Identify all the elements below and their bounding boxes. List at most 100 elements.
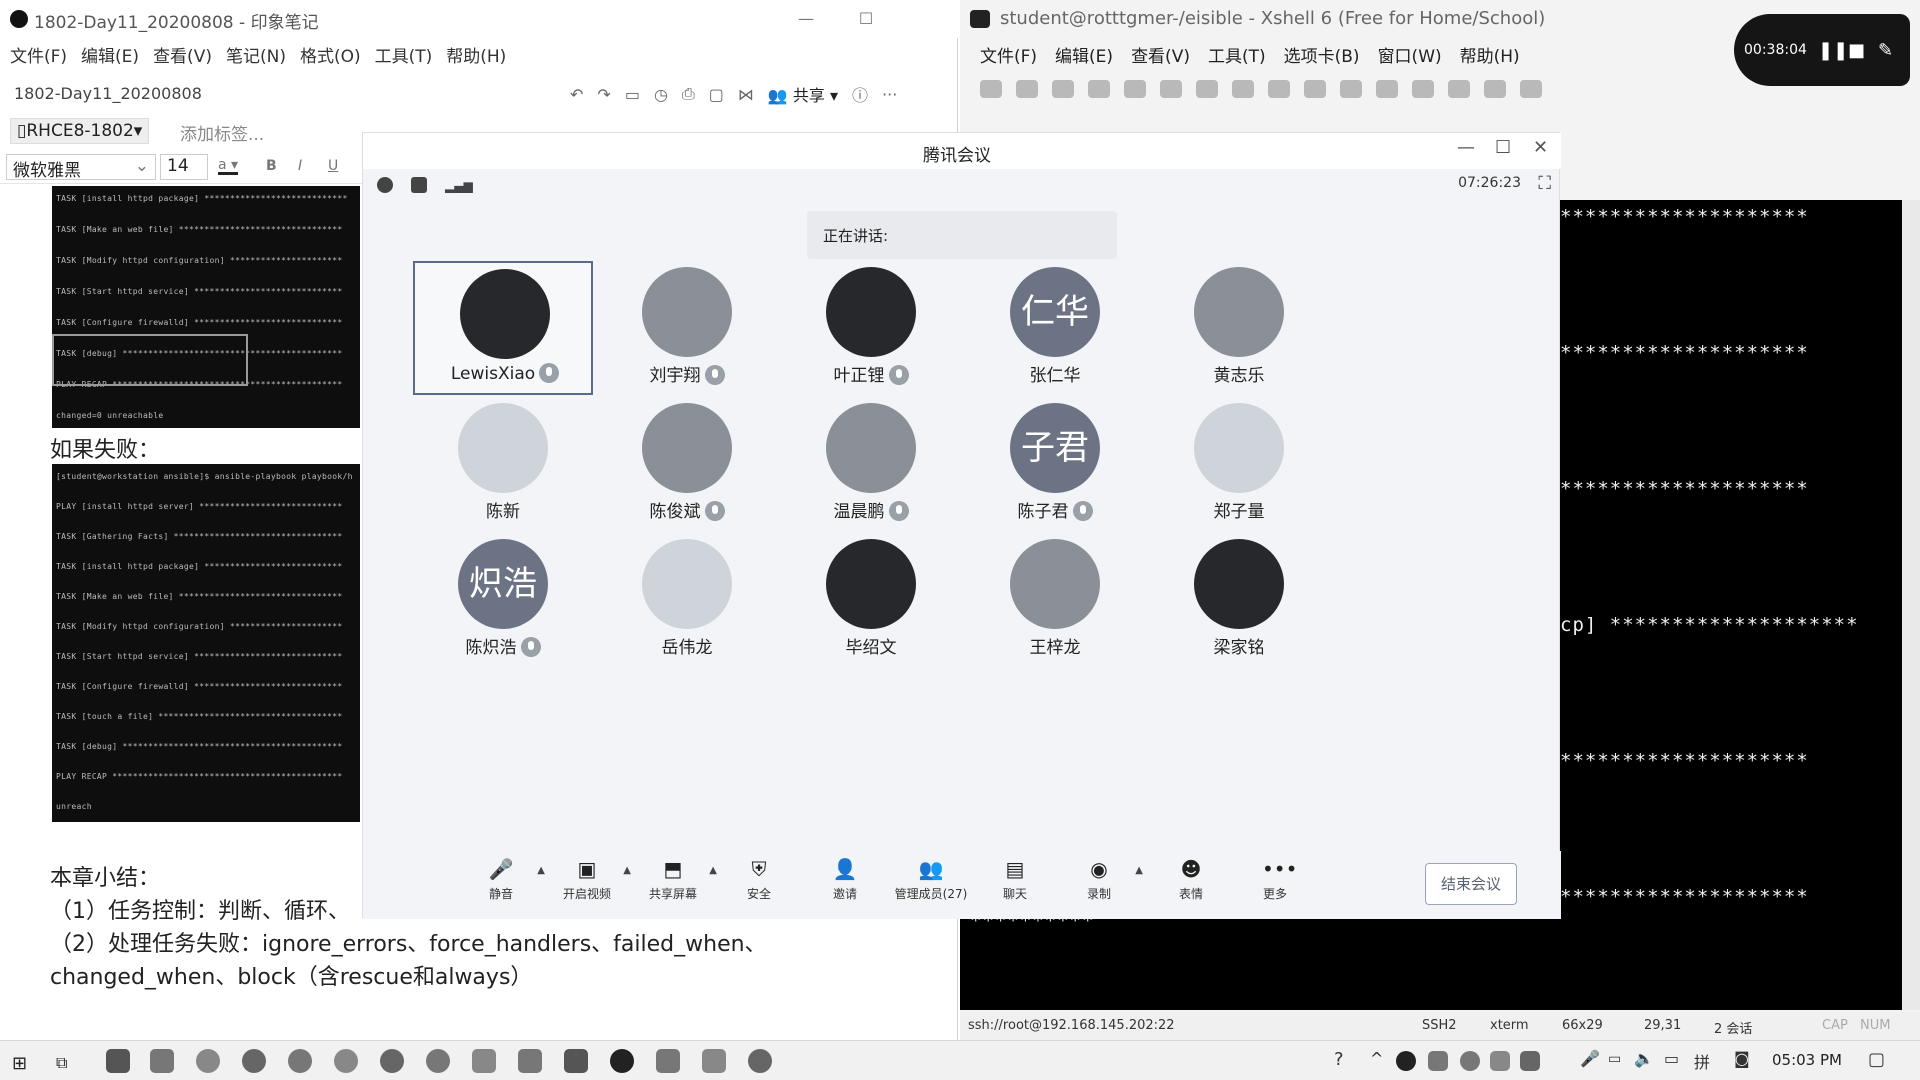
share-link-icon[interactable]: ⋈ xyxy=(738,85,754,104)
file-explorer-icon[interactable] xyxy=(150,1049,174,1073)
menu-tools[interactable]: 工具(T) xyxy=(375,40,441,72)
info-icon[interactable]: ⓘ xyxy=(852,82,868,106)
text-color-button[interactable]: a ▾ xyxy=(218,158,239,175)
tray-icon[interactable] xyxy=(1520,1051,1540,1071)
xs-menu-view[interactable]: 查看(V) xyxy=(1131,42,1190,67)
ime-icon[interactable]: 拼 xyxy=(1694,1049,1710,1073)
invite-button[interactable]: 👤 邀请 xyxy=(805,857,885,902)
add-tag-input[interactable]: 添加标签... xyxy=(180,120,264,145)
underline-button[interactable]: U xyxy=(328,158,338,174)
lock-icon[interactable] xyxy=(1376,80,1398,98)
menu-view[interactable]: 查看(V) xyxy=(153,40,220,72)
menu-file[interactable]: 文件(F) xyxy=(10,40,75,72)
maximize-icon[interactable]: ☐ xyxy=(836,6,896,32)
participant-tile[interactable]: 子君 陈子君 xyxy=(965,397,1145,531)
layout-icon[interactable] xyxy=(1484,80,1506,98)
participant-tile[interactable]: 郑子量 xyxy=(1149,397,1329,531)
xs-menu-file[interactable]: 文件(F) xyxy=(980,42,1037,67)
menu-note[interactable]: 笔记(N) xyxy=(226,40,294,72)
members-button[interactable]: 👥 管理成员(27) xyxy=(891,857,971,902)
redo-icon[interactable]: ↷ xyxy=(597,85,610,104)
tray-icon[interactable] xyxy=(1428,1051,1448,1071)
tray-icon[interactable] xyxy=(1460,1051,1480,1071)
stop-icon[interactable]: ■ xyxy=(1848,40,1865,61)
signal-icon[interactable]: ▂▄▆ xyxy=(445,179,473,193)
xs-menu-tabs[interactable]: 选项卡(B) xyxy=(1284,42,1360,67)
participant-tile[interactable]: 刘宇翔 xyxy=(597,261,777,395)
participant-tile[interactable]: 温晨鹏 xyxy=(781,397,961,531)
close-icon[interactable] xyxy=(896,6,916,32)
app-icon[interactable] xyxy=(656,1049,680,1073)
emoji-button[interactable]: ☻ 表情 xyxy=(1151,857,1231,902)
app-icon[interactable] xyxy=(702,1049,726,1073)
menu-format[interactable]: 格式(O) xyxy=(300,40,369,72)
info-icon[interactable] xyxy=(377,177,393,193)
mic-button[interactable]: 🎤 静音 ▲ xyxy=(461,857,545,902)
tray-icon[interactable] xyxy=(1396,1051,1416,1071)
participant-tile[interactable]: 毕绍文 xyxy=(781,533,961,667)
app-icon[interactable] xyxy=(564,1049,588,1073)
shield-icon[interactable] xyxy=(411,177,427,193)
present-icon[interactable]: ▭ xyxy=(625,85,640,104)
reconnect-icon[interactable] xyxy=(1052,80,1074,98)
font-family-select[interactable]: 微软雅黑 ⌄ xyxy=(6,154,156,181)
participant-tile[interactable]: 炽浩 陈炽浩 xyxy=(413,533,593,667)
browser-icon[interactable] xyxy=(196,1049,220,1073)
participant-tile[interactable]: 梁家铭 xyxy=(1149,533,1329,667)
xs-menu-window[interactable]: 窗口(W) xyxy=(1378,42,1442,67)
globe-icon[interactable] xyxy=(1196,80,1218,98)
copy-icon[interactable] xyxy=(1160,80,1182,98)
minimize-icon[interactable]: — xyxy=(776,6,836,32)
app-icon[interactable] xyxy=(380,1049,404,1073)
comment-icon[interactable]: ▢ xyxy=(709,85,724,104)
chat-button[interactable]: ▤ 聊天 xyxy=(975,857,1055,902)
app-icon[interactable] xyxy=(426,1049,450,1073)
maximize-icon[interactable]: ☐ xyxy=(1495,137,1511,158)
font-size-select[interactable]: 14⌄ xyxy=(160,154,208,196)
bold-button[interactable]: B xyxy=(266,158,277,174)
taskbar-app-icon[interactable] xyxy=(106,1049,130,1073)
transfer-icon[interactable] xyxy=(1412,80,1434,98)
taskbar-clock[interactable]: 05:03 PM xyxy=(1772,1051,1842,1069)
undo-icon[interactable]: ↶ xyxy=(570,85,583,104)
tray-app-icon[interactable]: ◙ xyxy=(1734,1049,1750,1068)
qq-icon[interactable] xyxy=(288,1049,312,1073)
participant-tile[interactable]: LewisXiao xyxy=(413,261,593,395)
edge-icon[interactable] xyxy=(242,1049,266,1073)
tray-icon[interactable] xyxy=(1490,1051,1510,1071)
evernote-taskbar-icon[interactable] xyxy=(610,1049,634,1073)
shield-button[interactable]: ⛨ 安全 xyxy=(719,857,799,902)
new-session-icon[interactable] xyxy=(980,80,1002,98)
open-session-icon[interactable] xyxy=(1016,80,1038,98)
participant-tile[interactable]: 王梓龙 xyxy=(965,533,1145,667)
xs-menu-help[interactable]: 帮助(H) xyxy=(1460,42,1520,67)
microphone-icon[interactable]: 🎤 xyxy=(1580,1049,1600,1068)
notebook-selector[interactable]: ▯RHCE8-1802▾ xyxy=(10,118,150,144)
participant-tile[interactable]: 黄志乐 xyxy=(1149,261,1329,395)
battery-icon[interactable]: ▭ xyxy=(1608,1051,1621,1067)
windows-start-icon[interactable]: ⊞ xyxy=(12,1053,27,1074)
participant-tile[interactable]: 叶正锂 xyxy=(781,261,961,395)
notification-icon[interactable]: ▢ xyxy=(1868,1049,1885,1070)
participant-tile[interactable]: 陈俊斌 xyxy=(597,397,777,531)
menu-help[interactable]: 帮助(H) xyxy=(446,40,514,72)
participant-tile[interactable]: 仁华 张仁华 xyxy=(965,261,1145,395)
script-icon[interactable] xyxy=(1448,80,1470,98)
fullscreen-icon[interactable]: ⛶ xyxy=(1538,173,1551,194)
print-icon[interactable]: ⎙ xyxy=(682,84,695,104)
participant-tile[interactable]: 陈新 xyxy=(413,397,593,531)
app-icon[interactable] xyxy=(472,1049,496,1073)
network-icon[interactable]: ▭ xyxy=(1664,1049,1679,1068)
task-view-icon[interactable]: ⧉ xyxy=(56,1053,67,1073)
reminder-icon[interactable]: ◷ xyxy=(654,85,668,104)
xs-menu-tools[interactable]: 工具(T) xyxy=(1208,42,1266,67)
search-icon[interactable] xyxy=(1124,80,1146,98)
keyboard-icon[interactable] xyxy=(1304,80,1326,98)
note-title[interactable]: 1802-Day11_20200808 xyxy=(14,84,202,103)
terminal-scrollbar[interactable] xyxy=(1902,200,1920,1010)
more-icon[interactable]: ··· xyxy=(882,85,897,104)
color-icon[interactable] xyxy=(1268,80,1290,98)
caret-up-icon[interactable]: ▲ xyxy=(623,865,631,876)
help-icon[interactable] xyxy=(1520,80,1542,98)
menu-edit[interactable]: 编辑(E) xyxy=(81,40,147,72)
